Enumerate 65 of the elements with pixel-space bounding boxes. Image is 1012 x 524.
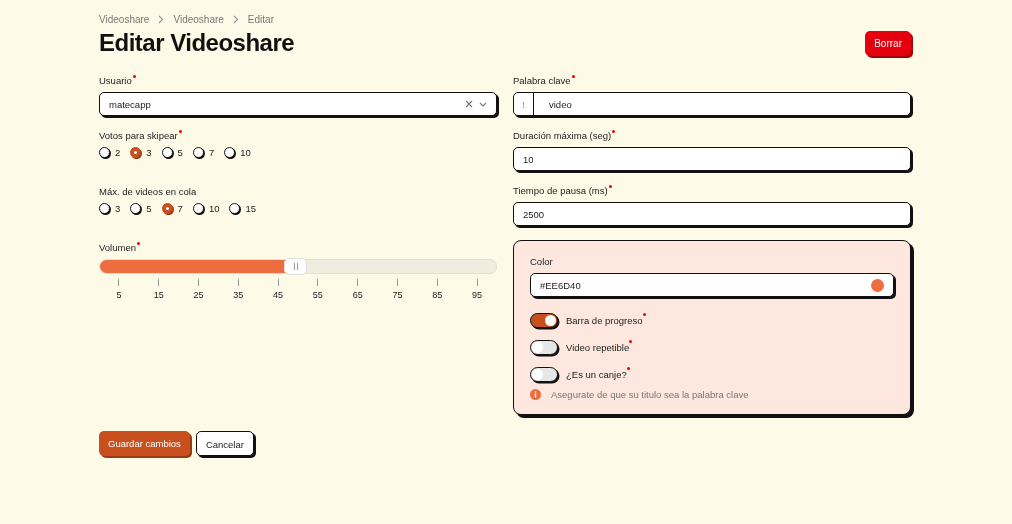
radio-label: 5 <box>146 203 152 214</box>
toggle-label: ¿Es un canje? <box>566 369 627 380</box>
field-label: Tiempo de pausa (ms) <box>513 185 608 196</box>
radio-label: 15 <box>245 203 257 214</box>
tick-label: 45 <box>273 290 284 300</box>
field-label: Palabra clave <box>513 75 571 86</box>
prefix-label: ! <box>514 93 534 115</box>
radio-label: 3 <box>146 147 152 158</box>
chevron-right-icon <box>232 15 239 24</box>
radio-button[interactable] <box>229 203 241 214</box>
breadcrumb-link[interactable]: Videoshare <box>99 14 150 25</box>
tick-label: 55 <box>312 290 323 300</box>
tick-label: 75 <box>392 290 403 300</box>
info-icon <box>530 389 541 400</box>
field-label: Volumen <box>99 242 136 253</box>
tick-label: 65 <box>352 290 363 300</box>
user-select[interactable]: matecapp <box>99 92 497 116</box>
radio-label: 5 <box>177 147 183 158</box>
cancel-button[interactable]: Cancelar <box>195 431 254 456</box>
tick-label: 85 <box>432 290 443 300</box>
breadcrumb-link[interactable]: Editar <box>247 14 274 25</box>
tick-label: 95 <box>472 290 483 300</box>
tick-label: 5 <box>116 290 122 300</box>
toggle-label: Barra de progreso <box>566 315 643 326</box>
clear-icon[interactable] <box>465 100 473 108</box>
page-title: Editar Videoshare <box>99 29 295 57</box>
chevron-right-icon <box>158 15 165 24</box>
toggle-switch[interactable] <box>530 340 558 355</box>
radio-button[interactable] <box>224 147 236 158</box>
radio-label: 10 <box>240 147 251 158</box>
radio-label: 2 <box>115 147 121 158</box>
input-field[interactable]: 2500 <box>513 202 911 226</box>
hint-text: Asegurate de que su titulo sea la palabra clave <box>551 389 749 400</box>
radio-label: 10 <box>208 203 220 214</box>
radio-label: 7 <box>177 203 183 214</box>
radio-button[interactable] <box>192 203 204 214</box>
toggle-label: Video repetible <box>566 342 630 353</box>
input-field[interactable]: ! video <box>513 92 911 116</box>
field-label: Duración máxima (seg) <box>513 130 612 141</box>
chevron-down-icon[interactable] <box>479 101 487 107</box>
tick-label: 25 <box>193 290 204 300</box>
field-label: Votos para skipear <box>99 130 178 141</box>
tick-label: 15 <box>153 290 164 300</box>
save-button[interactable]: Guardar cambios <box>99 431 190 456</box>
radio-button[interactable] <box>161 203 173 214</box>
color-field[interactable]: #EE6D40 <box>530 273 894 297</box>
tick-label: 35 <box>233 290 244 300</box>
radio-button[interactable] <box>192 147 204 158</box>
delete-button[interactable]: Borrar <box>865 30 911 56</box>
radio-label: 3 <box>115 203 121 214</box>
input-field[interactable]: 10 <box>513 147 911 171</box>
radio-button[interactable] <box>99 203 110 214</box>
toggle-switch[interactable] <box>530 313 558 328</box>
toggle-switch[interactable] <box>530 367 558 382</box>
radio-button[interactable] <box>130 147 142 158</box>
breadcrumb-link[interactable]: Videoshare <box>173 14 224 25</box>
radio-button[interactable] <box>130 203 142 214</box>
field-label: Color <box>530 256 553 267</box>
radio-button[interactable] <box>99 147 110 158</box>
slider-thumb[interactable] <box>284 258 307 275</box>
radio-button[interactable] <box>161 147 173 158</box>
field-label: Máx. de videos en cola <box>99 186 197 197</box>
radio-label: 7 <box>208 147 215 158</box>
color-swatch[interactable] <box>871 278 884 292</box>
field-label: Usuario <box>99 75 132 86</box>
